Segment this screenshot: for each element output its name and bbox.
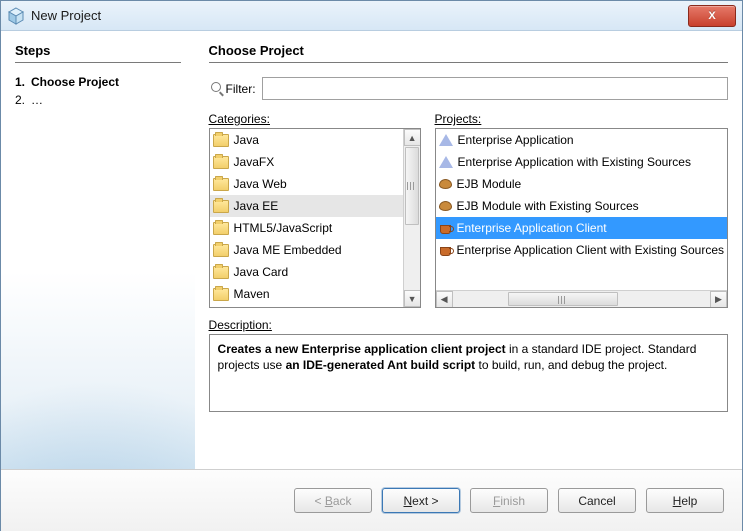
folder-icon — [213, 134, 229, 147]
scroll-thumb[interactable] — [405, 147, 419, 225]
description-label: Description: — [209, 318, 728, 332]
main-panel: Choose Project Filter: Categories: Java … — [195, 31, 742, 469]
categories-list[interactable]: Java JavaFX Java Web Java EE HTML5/JavaS… — [209, 128, 421, 308]
projects-scrollbar[interactable]: ◀ ▶ — [436, 290, 727, 307]
category-item-java-card[interactable]: Java Card — [210, 261, 403, 283]
step-choose-project: 1.Choose Project — [15, 73, 181, 91]
pyramid-icon — [439, 156, 453, 168]
project-item-ejb-module[interactable]: EJB Module — [436, 173, 727, 195]
scroll-up-arrow[interactable]: ▲ — [404, 129, 421, 146]
project-item-enterprise-app-client[interactable]: Enterprise Application Client — [436, 217, 727, 239]
titlebar[interactable]: New Project X — [1, 1, 742, 31]
categories-label: Categories: — [209, 112, 421, 126]
window-title: New Project — [31, 8, 688, 23]
scroll-thumb[interactable] — [508, 292, 618, 306]
finish-button[interactable]: Finish — [470, 488, 548, 513]
folder-icon — [213, 288, 229, 301]
cup-icon — [439, 222, 452, 234]
bean-icon — [439, 179, 452, 189]
category-item-html5-js[interactable]: HTML5/JavaScript — [210, 217, 403, 239]
folder-icon — [213, 244, 229, 257]
cup-icon — [439, 244, 452, 256]
folder-icon — [213, 222, 229, 235]
category-item-java-me[interactable]: Java ME Embedded — [210, 239, 403, 261]
bean-icon — [439, 201, 452, 211]
category-item-java-web[interactable]: Java Web — [210, 173, 403, 195]
folder-icon — [213, 178, 229, 191]
scroll-down-arrow[interactable]: ▼ — [404, 290, 421, 307]
next-button[interactable]: Next > — [382, 488, 460, 513]
folder-icon — [213, 156, 229, 169]
window-close-button[interactable]: X — [688, 5, 736, 27]
button-bar: < Back Next > Finish Cancel Help — [1, 469, 742, 531]
project-item-enterprise-app-existing[interactable]: Enterprise Application with Existing Sou… — [436, 151, 727, 173]
help-button[interactable]: Help — [646, 488, 724, 513]
project-item-enterprise-app-client-existing[interactable]: Enterprise Application Client with Exist… — [436, 239, 727, 261]
description-text: Creates a new Enterprise application cli… — [209, 334, 728, 412]
projects-list[interactable]: Enterprise Application Enterprise Applic… — [435, 128, 728, 308]
categories-scrollbar[interactable]: ▲ ▼ — [403, 129, 420, 307]
filter-label: Filter: — [211, 82, 256, 96]
folder-icon — [213, 200, 229, 213]
steps-heading: Steps — [15, 43, 181, 63]
choose-project-heading: Choose Project — [209, 43, 728, 63]
back-button[interactable]: < Back — [294, 488, 372, 513]
project-item-ejb-module-existing[interactable]: EJB Module with Existing Sources — [436, 195, 727, 217]
category-item-javafx[interactable]: JavaFX — [210, 151, 403, 173]
category-item-java-ee[interactable]: Java EE — [210, 195, 403, 217]
scroll-right-arrow[interactable]: ▶ — [710, 291, 727, 308]
pyramid-icon — [439, 134, 453, 146]
app-icon — [7, 7, 25, 25]
search-icon — [211, 82, 224, 95]
scroll-left-arrow[interactable]: ◀ — [436, 291, 453, 308]
category-item-java[interactable]: Java — [210, 129, 403, 151]
folder-icon — [213, 266, 229, 279]
steps-list: 1.Choose Project 2.… — [15, 73, 181, 109]
category-item-maven[interactable]: Maven — [210, 283, 403, 305]
steps-panel: Steps 1.Choose Project 2.… — [1, 31, 195, 469]
project-item-enterprise-app[interactable]: Enterprise Application — [436, 129, 727, 151]
filter-row: Filter: — [209, 77, 728, 100]
projects-label: Projects: — [435, 112, 728, 126]
filter-input[interactable] — [262, 77, 728, 100]
step-ellipsis: 2.… — [15, 91, 181, 109]
cancel-button[interactable]: Cancel — [558, 488, 636, 513]
